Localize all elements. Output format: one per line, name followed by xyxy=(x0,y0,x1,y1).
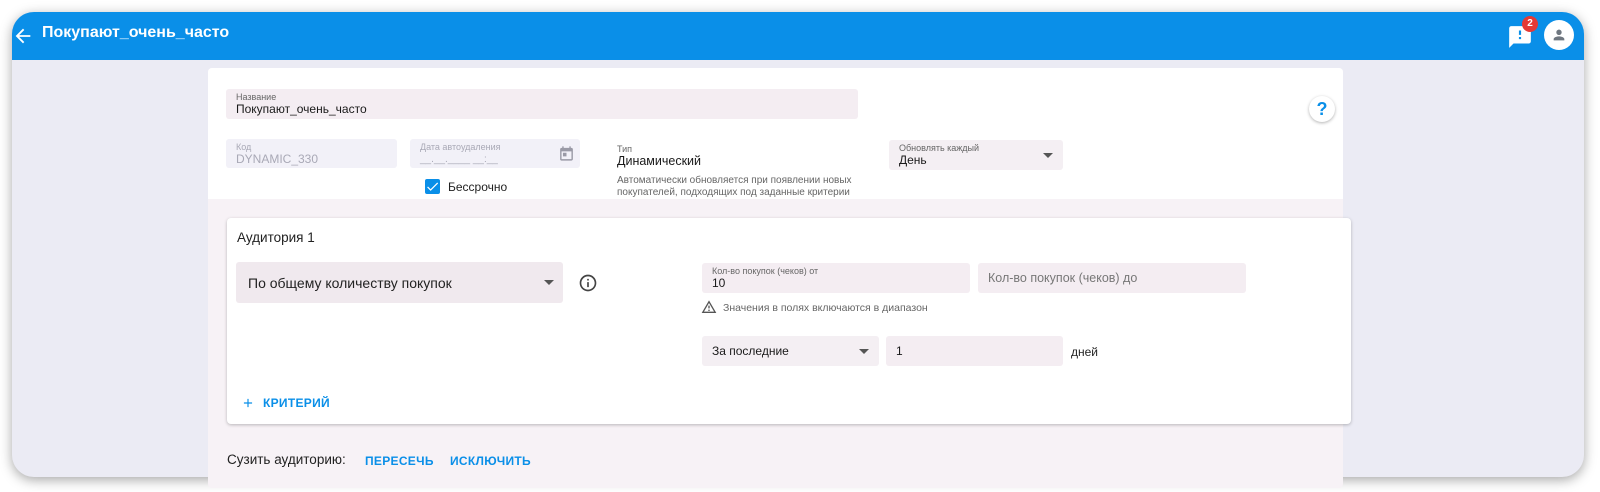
name-field[interactable]: Название Покупают_очень_часто xyxy=(226,89,858,119)
count-from-value: 10 xyxy=(712,276,726,290)
warning-icon xyxy=(701,300,717,313)
intersect-button[interactable]: ПЕРЕСЕЧЬ xyxy=(365,454,434,468)
chevron-down-icon xyxy=(1043,153,1053,158)
refresh-value: День xyxy=(899,153,927,167)
count-from-field[interactable]: Кол-во покупок (чеков) от 10 xyxy=(702,263,970,293)
period-unit: дней xyxy=(1071,345,1099,359)
forever-label: Бессрочно xyxy=(448,180,508,194)
period-select[interactable]: За последние xyxy=(702,336,879,366)
avatar[interactable] xyxy=(1544,20,1574,50)
criterion-select-value: По общему количеству покупок xyxy=(248,275,452,291)
type-hint: Автоматически обновляется при появлении … xyxy=(617,175,852,198)
back-arrow-icon[interactable] xyxy=(12,25,34,47)
chevron-down-icon xyxy=(859,349,869,354)
name-label: Название xyxy=(236,92,277,102)
check-icon xyxy=(427,182,439,191)
plus-icon[interactable] xyxy=(241,396,255,410)
refresh-label: Обновлять каждый xyxy=(899,143,980,153)
code-field: Код DYNAMIC_330 xyxy=(226,139,397,168)
code-value: DYNAMIC_330 xyxy=(236,152,319,166)
calendar-icon xyxy=(560,146,573,161)
count-to-field[interactable]: Кол-во покупок (чеков) до xyxy=(978,263,1246,293)
help-button[interactable]: ? xyxy=(1309,96,1335,122)
count-from-label: Кол-во покупок (чеков) от xyxy=(712,266,819,276)
period-value: 1 xyxy=(896,344,903,358)
refresh-select[interactable]: Обновлять каждый День xyxy=(889,140,1063,170)
autodelete-placeholder: __.__.____ __:__ xyxy=(420,154,498,165)
autodelete-date-field: Дата автоудаления __.__.____ __:__ xyxy=(410,139,580,168)
notification-badge: 2 xyxy=(1522,16,1538,32)
person-icon xyxy=(1553,29,1565,41)
name-value: Покупают_очень_часто xyxy=(236,102,367,116)
exclude-button[interactable]: ИСКЛЮЧИТЬ xyxy=(450,454,531,468)
narrow-audience-label: Сузить аудиторию: xyxy=(227,452,346,467)
page-title: Покупают_очень_часто xyxy=(42,24,230,41)
audience-title: Аудитория 1 xyxy=(237,230,315,245)
audience-card xyxy=(227,218,1351,424)
type-value: Динамический xyxy=(617,154,702,168)
period-select-value: За последние xyxy=(712,344,789,358)
autodelete-label: Дата автоудаления xyxy=(420,142,501,152)
chevron-down-icon xyxy=(544,280,554,285)
range-warning: Значения в полях включаются в диапазон xyxy=(723,302,928,314)
count-to-placeholder: Кол-во покупок (чеков) до xyxy=(988,271,1138,285)
forever-checkbox[interactable] xyxy=(425,179,440,194)
add-criterion-button[interactable]: КРИТЕРИЙ xyxy=(263,396,330,410)
app-bar: Покупают_очень_часто 2 xyxy=(12,12,1584,60)
type-label: Тип xyxy=(617,144,633,154)
info-icon[interactable] xyxy=(578,273,598,293)
period-value-field[interactable]: 1 xyxy=(886,336,1063,366)
criterion-select[interactable]: По общему количеству покупок xyxy=(236,262,563,303)
code-label: Код xyxy=(236,142,252,152)
